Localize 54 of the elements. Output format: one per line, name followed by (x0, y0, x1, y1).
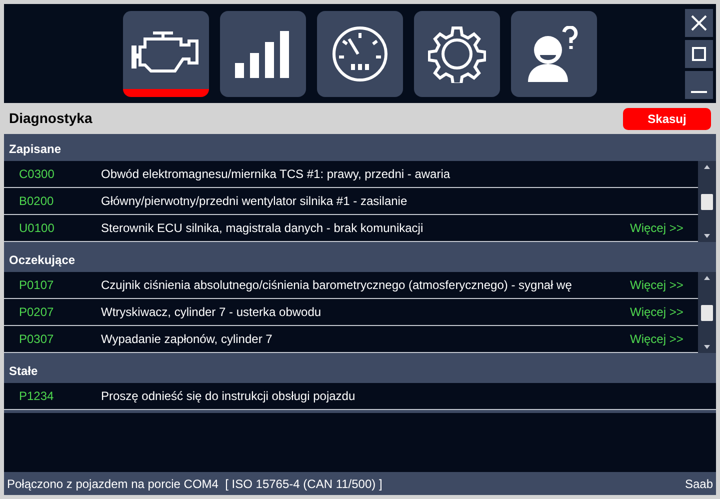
more-link[interactable]: Więcej >> (630, 219, 698, 237)
minimize-icon (691, 90, 707, 92)
scroll-up-icon[interactable] (704, 165, 710, 169)
fault-description: Sterownik ECU silnika, magistrala danych - brak komunikacji (101, 220, 424, 237)
fault-description: Wtryskiwacz, cylinder 7 - usterka obwodu (101, 304, 322, 321)
more-link[interactable]: Więcej >> (630, 330, 698, 348)
fault-code: P1234 (18, 388, 55, 405)
gauge-icon (331, 24, 389, 82)
fault-code: C0300 (18, 166, 56, 183)
fault-row[interactable]: U0100 Sterownik ECU silnika, magistrala danych - brak komunikacji Więcej >> (4, 215, 698, 242)
section-title: Stałe (9, 363, 38, 380)
fault-code: P0307 (18, 331, 55, 348)
scroll-thumb[interactable] (701, 304, 713, 320)
fault-code: P0107 (18, 277, 55, 294)
fault-code: B0200 (18, 193, 55, 210)
scrollbar[interactable] (698, 272, 716, 353)
fault-row[interactable]: C0300 Obwód elektromagnesu/miernika TCS #1: prawy, przedni - awaria (4, 161, 698, 188)
more-link[interactable]: Więcej >> (630, 303, 698, 321)
clear-button[interactable]: Skasuj (623, 108, 711, 130)
fault-row[interactable]: P0107 Czujnik ciśnienia absolutnego/ciśnienia barometrycznego (atmosferycznego) - sygnał wę Więcej >> (4, 272, 698, 299)
toolbar-tab[interactable] (511, 10, 597, 96)
section-title: Zapisane (9, 141, 62, 158)
fault-row[interactable]: B0200 Główny/pierwotny/przedni wentylator silnika #1 - zasilanie (4, 188, 698, 215)
fault-description: Czujnik ciśnienia absolutnego/ciśnienia barometrycznego (atmosferycznego) - sygnał wę (101, 277, 573, 294)
scroll-thumb[interactable] (701, 194, 713, 210)
gear-icon (428, 24, 486, 82)
section-title: Oczekujące (9, 252, 76, 269)
fault-row[interactable]: P0207 Wtryskiwacz, cylinder 7 - usterka obwodu Więcej >> (4, 299, 698, 326)
maximize-button[interactable] (685, 40, 713, 68)
connection-status: Połączono z pojazdem na porcie COM4 [ ISO 15765-4 (CAN 11/500) ] (7, 476, 382, 492)
scroll-up-icon[interactable] (704, 276, 710, 280)
fault-row[interactable]: P1234 Proszę odnieść się do instrukcji obsługi pojazdu (4, 383, 716, 410)
scrollbar[interactable] (698, 161, 716, 242)
toolbar-tab[interactable] (317, 10, 403, 96)
toolbar-tab[interactable] (220, 10, 306, 96)
maximize-icon (692, 46, 706, 60)
close-icon (691, 14, 707, 30)
fault-description: Proszę odnieść się do instrukcji obsługi pojazdu (101, 388, 356, 405)
fault-code: U0100 (18, 220, 56, 237)
fault-description: Obwód elektromagnesu/miernika TCS #1: prawy, przedni - awaria (101, 166, 452, 183)
fault-description: Główny/pierwotny/przedni wentylator silnika #1 - zasilanie (101, 193, 408, 210)
fault-code: P0207 (18, 304, 55, 321)
vehicle-name: Saab (684, 476, 713, 492)
engine-icon (131, 30, 201, 76)
toolbar-tab[interactable] (414, 10, 500, 96)
close-button[interactable] (685, 8, 713, 36)
fault-description: Wypadanie zapłonów, cylinder 7 (101, 331, 274, 348)
more-link[interactable]: Więcej >> (630, 276, 698, 294)
toolbar-tab[interactable] (123, 10, 209, 96)
scroll-down-icon[interactable] (704, 234, 710, 238)
fault-row[interactable]: P0307 Wypadanie zapłonów, cylinder 7 Więcej >> (4, 326, 698, 353)
minimize-button[interactable] (685, 70, 713, 98)
scroll-down-icon[interactable] (704, 345, 710, 349)
page-title: Diagnostyka (9, 109, 92, 128)
